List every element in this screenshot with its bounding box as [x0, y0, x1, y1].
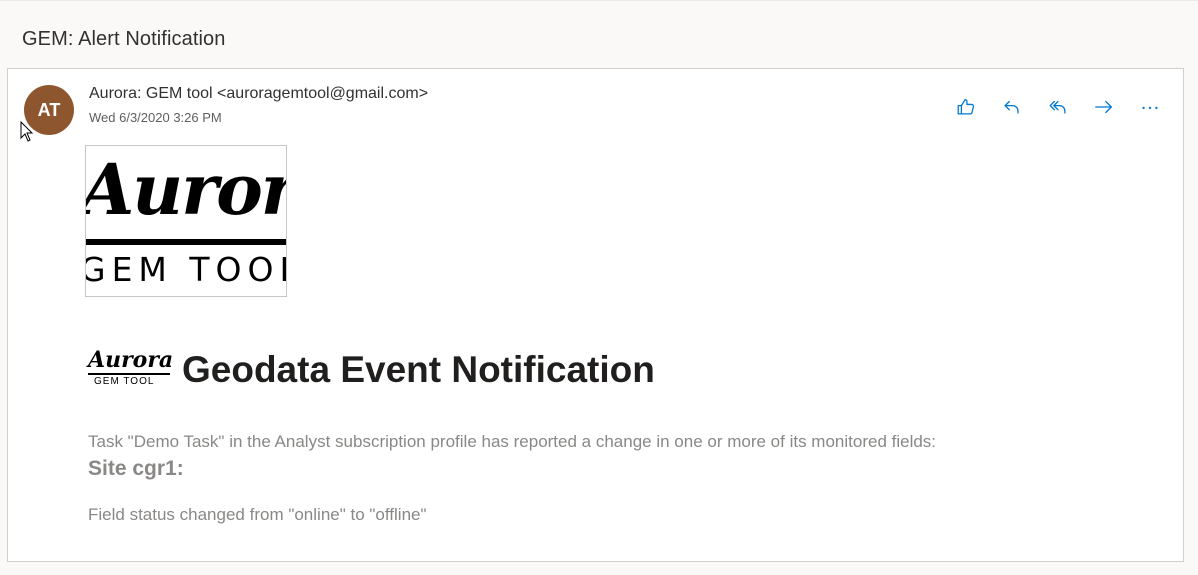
mouse-cursor-icon [20, 121, 34, 142]
more-actions-button[interactable] [1135, 93, 1165, 121]
aurora-logo-image: Aurora GEM TOOL [85, 145, 287, 297]
forward-icon [1095, 100, 1112, 114]
avatar-initials: AT [37, 99, 61, 120]
sent-date: Wed 6/3/2020 3:26 PM [89, 110, 222, 125]
mini-logo-rule [88, 373, 170, 375]
sender-name[interactable]: Aurora: GEM tool <auroragemtool@gmail.co… [89, 85, 428, 103]
site-title: Site cgr1: [88, 457, 184, 480]
logo-sub-text: GEM TOOL [85, 250, 287, 289]
reply-all-icon [1049, 100, 1066, 114]
reply-button[interactable] [997, 93, 1027, 121]
mini-logo-sub: GEM TOOL [94, 376, 155, 387]
field-change-text: Field status changed from "online" to "o… [88, 505, 427, 524]
reply-all-button[interactable] [1043, 93, 1073, 121]
logo-script-text: Aurora [85, 148, 286, 231]
like-button[interactable] [951, 93, 981, 121]
notification-intro: Task "Demo Task" in the Analyst subscrip… [88, 432, 937, 451]
logo-rule [86, 239, 286, 245]
headline-row: Aurora GEM TOOL Geodata Event Notificati… [88, 347, 655, 391]
reply-icon [1004, 100, 1019, 114]
message-actions [951, 93, 1165, 121]
message-card: AT Aurora: GEM tool <auroragemtool@gmail… [7, 68, 1184, 562]
forward-button[interactable] [1089, 93, 1119, 121]
mini-logo-script: Aurora [88, 347, 174, 373]
notification-headline: Geodata Event Notification [182, 349, 655, 390]
more-icon [1142, 106, 1158, 110]
like-icon [957, 99, 975, 115]
mini-aurora-logo: Aurora GEM TOOL [88, 347, 174, 390]
subject-bar: GEM: Alert Notification [0, 0, 1198, 68]
email-subject: GEM: Alert Notification [22, 28, 226, 50]
